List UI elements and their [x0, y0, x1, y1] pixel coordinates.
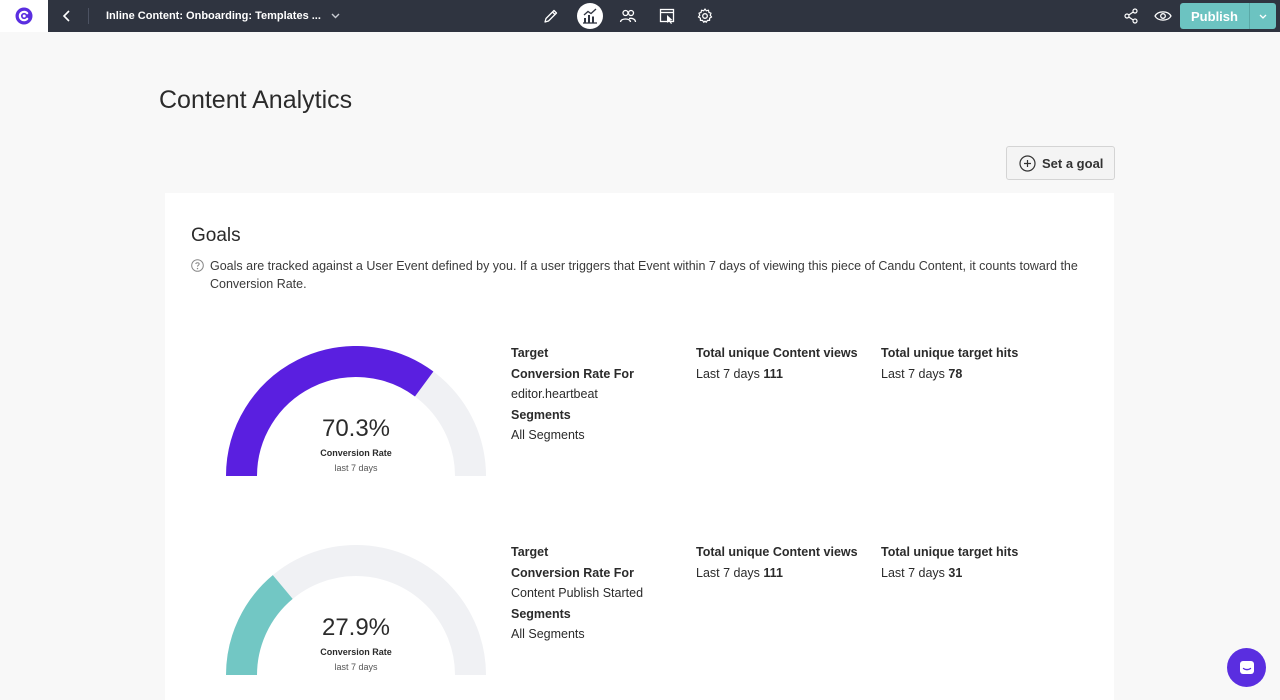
right-tools — [1118, 3, 1176, 29]
hits-label: Total unique target hits — [881, 545, 1019, 559]
chat-icon — [1239, 660, 1254, 674]
goal-target-column: Target Conversion Rate For Content Publi… — [511, 542, 643, 645]
editor-mode-tabs — [538, 3, 731, 29]
analytics-tab[interactable] — [576, 3, 603, 29]
users-icon — [619, 9, 637, 23]
target-label: Target — [511, 346, 549, 360]
conversion-rate-label: Conversion Rate — [320, 448, 392, 458]
conversion-rate-value: 27.9% — [321, 614, 391, 641]
target-event: editor.heartbeat — [511, 387, 598, 401]
chevron-down-icon — [1259, 14, 1267, 19]
edit-tab[interactable] — [538, 3, 564, 29]
conversion-rate-value: 70.3% — [321, 415, 391, 442]
top-bar: Inline Content: Onboarding: Templates ..… — [0, 0, 1280, 32]
publish-button[interactable]: Publish — [1180, 3, 1276, 29]
share-icon — [1124, 8, 1138, 24]
help-icon — [191, 259, 204, 272]
back-button[interactable] — [56, 6, 78, 26]
content-title-dropdown[interactable]: Inline Content: Onboarding: Templates ..… — [106, 0, 340, 32]
views-period: Last 7 days — [696, 565, 760, 580]
target-event: Content Publish Started — [511, 586, 644, 600]
segments-label: Segments — [511, 407, 571, 422]
hits-count: 78 — [948, 366, 963, 381]
hits-value-row: Last 7 days 31 — [881, 563, 1018, 584]
content-title: Inline Content: Onboarding: Templates ..… — [106, 10, 321, 22]
hits-period: Last 7 days — [881, 366, 945, 381]
hits-label: Total unique target hits — [881, 346, 1019, 360]
goal-gauge: 27.9% Conversion Rate last 7 days — [226, 545, 486, 680]
conversion-period: last 7 days — [334, 662, 378, 672]
back-icon — [62, 10, 70, 22]
divider — [88, 8, 89, 24]
publish-options-button[interactable] — [1250, 3, 1276, 29]
goal-views-column: Total unique Content views Last 7 days 1… — [696, 542, 858, 583]
preview-button[interactable] — [1150, 3, 1176, 29]
set-goal-button[interactable]: Set a goal — [1006, 146, 1115, 180]
hits-count: 31 — [948, 565, 963, 580]
goals-help-text: Goals are tracked against a User Event d… — [210, 259, 1078, 291]
views-value-row: Last 7 days 111 — [696, 563, 858, 584]
views-label: Total unique Content views — [696, 346, 858, 360]
goals-card: Goals Goals are tracked against a User E… — [165, 193, 1114, 700]
target-label: Target — [511, 545, 549, 559]
chevron-down-icon — [331, 13, 340, 19]
goal-hits-column: Total unique target hits Last 7 days 78 — [881, 343, 1018, 384]
chat-launcher-button[interactable] — [1227, 648, 1266, 687]
analytics-icon — [582, 8, 597, 24]
candu-logo-icon[interactable] — [0, 0, 48, 32]
views-count: 111 — [763, 366, 783, 381]
set-goal-label: Set a goal — [1042, 155, 1104, 171]
views-count: 111 — [763, 565, 783, 580]
select-icon — [659, 8, 674, 24]
gear-icon — [697, 8, 713, 23]
pencil-icon — [544, 9, 558, 23]
page-title: Content Analytics — [159, 86, 353, 114]
audience-tab[interactable] — [615, 3, 641, 29]
goal-target-column: Target Conversion Rate For editor.heartb… — [511, 343, 634, 446]
eye-icon — [1154, 11, 1172, 21]
goal-gauge: 70.3% Conversion Rate last 7 days — [226, 346, 486, 481]
views-period: Last 7 days — [696, 366, 760, 381]
placement-tab[interactable] — [654, 3, 680, 29]
conversion-rate-for-label: Conversion Rate For — [511, 565, 634, 580]
hits-period: Last 7 days — [881, 565, 945, 580]
conversion-period: last 7 days — [334, 463, 378, 473]
segments-label: Segments — [511, 606, 571, 621]
publish-label: Publish — [1191, 8, 1238, 24]
plus-circle-icon — [1019, 154, 1036, 172]
goal-views-column: Total unique Content views Last 7 days 1… — [696, 343, 858, 384]
segments-value: All Segments — [511, 627, 585, 641]
goals-title: Goals — [191, 225, 241, 246]
views-value-row: Last 7 days 111 — [696, 364, 858, 385]
conversion-rate-for-label: Conversion Rate For — [511, 366, 634, 381]
settings-tab[interactable] — [692, 3, 718, 29]
views-label: Total unique Content views — [696, 545, 858, 559]
segments-value: All Segments — [511, 428, 585, 442]
share-button[interactable] — [1118, 3, 1144, 29]
goal-hits-column: Total unique target hits Last 7 days 31 — [881, 542, 1018, 583]
conversion-rate-label: Conversion Rate — [320, 647, 392, 657]
hits-value-row: Last 7 days 78 — [881, 364, 1018, 385]
